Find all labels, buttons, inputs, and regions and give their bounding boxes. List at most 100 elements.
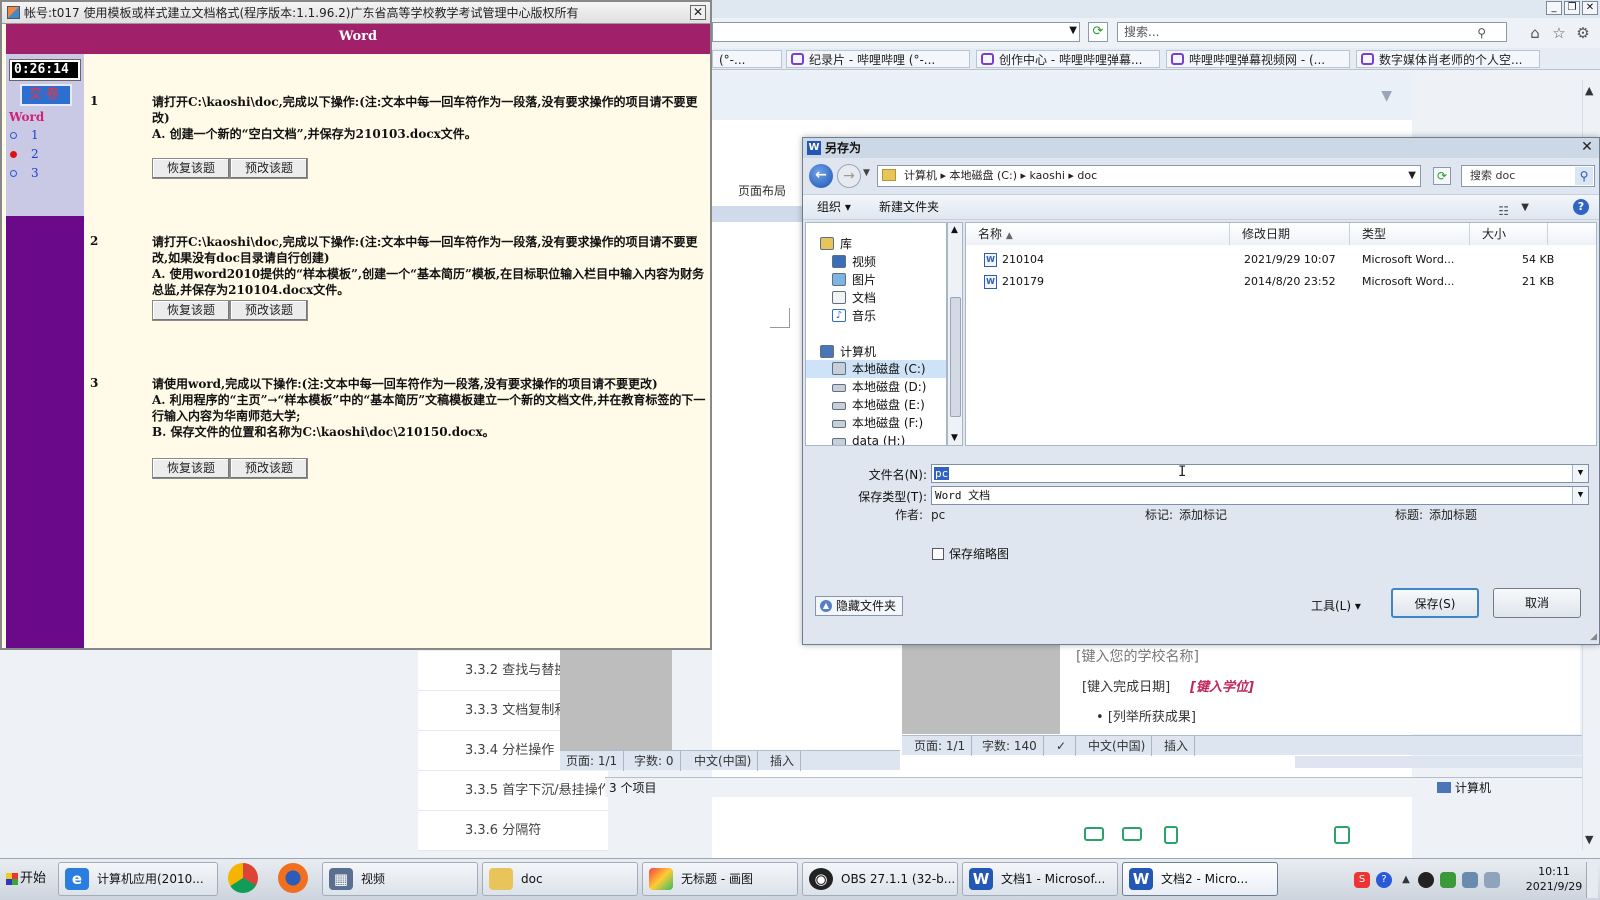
tree-item-drive-h[interactable]: data (H:) (832, 432, 905, 445)
clock[interactable]: 10:11 2021/9/29 (1524, 864, 1584, 894)
chevron-up-icon[interactable]: ▲ (951, 225, 958, 235)
tree-item-drive-d[interactable]: 本地磁盘 (D:) (832, 378, 926, 396)
organize-button[interactable]: 组织 ▾ (817, 195, 851, 219)
cancel-button[interactable]: 取消 (1493, 588, 1581, 618)
taskbar-item-word1[interactable]: W 文档1 - Microsof... (962, 862, 1118, 896)
tree-item-computer[interactable]: 计算机 (820, 343, 876, 361)
chevron-down-icon[interactable]: ▼ (1572, 487, 1588, 504)
restore-question-button[interactable]: 恢复该题 (152, 158, 230, 179)
toc-item[interactable]: 3.3.4 分栏操作 (418, 731, 560, 771)
chevron-down-icon[interactable]: ▼ (863, 168, 870, 178)
tree-item-documents[interactable]: 文档 (832, 289, 876, 307)
folder-search-input[interactable]: 搜索 doc ⚲ (1461, 165, 1595, 187)
tree-item-drive-f[interactable]: 本地磁盘 (F:) (832, 414, 923, 432)
submit-exam-button[interactable]: 交卷 (20, 84, 72, 106)
chevron-down-icon[interactable]: ▼ (1069, 25, 1077, 36)
column-name[interactable]: 名称 ▲ (966, 223, 1230, 245)
close-icon[interactable]: ✕ (1579, 140, 1595, 155)
tree-scrollbar[interactable]: ▲ ▼ (947, 222, 963, 446)
view-icon[interactable]: ☷ (1498, 199, 1509, 223)
chevron-up-icon[interactable]: ▲ (1585, 84, 1593, 97)
tree-item-drive-e[interactable]: 本地磁盘 (E:) (832, 396, 925, 414)
ribbon-tab-page-layout[interactable]: 页面布局 (738, 182, 786, 199)
start-button[interactable]: 开始 (2, 863, 50, 895)
show-desktop-button[interactable] (1586, 862, 1598, 898)
file-row[interactable]: W 210179 2014/8/20 23:52 Microsoft Word.… (966, 272, 1596, 292)
column-type[interactable]: 类型 (1350, 223, 1470, 245)
minimize-button[interactable]: _ (1546, 1, 1562, 15)
forward-button[interactable]: → (837, 164, 861, 188)
filetype-select[interactable]: Word 文档 ▼ (931, 486, 1589, 505)
resize-grip-icon[interactable]: ◢ (1590, 632, 1597, 642)
title-value[interactable]: 添加标题 (1429, 506, 1477, 524)
filename-input[interactable]: pc I ▼ (931, 464, 1589, 483)
question-nav-1[interactable]: 1 (10, 128, 39, 142)
taskbar-item-video[interactable]: ▦ 视频 (322, 862, 478, 896)
star-icon[interactable]: ☆ (1550, 24, 1568, 42)
question-nav-3[interactable]: 3 (10, 166, 39, 180)
toc-item[interactable]: 3.3.2 查找与替换 (418, 651, 560, 691)
refresh-icon[interactable]: ⟳ (1088, 22, 1108, 42)
restore-question-button[interactable]: 恢复该题 (152, 300, 230, 321)
tools-button[interactable]: 工具(L) ▾ (1311, 594, 1361, 618)
refresh-icon[interactable]: ⟳ (1433, 167, 1451, 185)
restore-question-button[interactable]: 恢复该题 (152, 458, 230, 479)
address-bar[interactable]: ▼ (712, 22, 1080, 42)
taskbar-item-word2[interactable]: W 文档2 - Micro... (1122, 862, 1278, 896)
tree-item-videos[interactable]: 视频 (832, 253, 876, 271)
chevron-down-icon[interactable]: ▼ (1521, 196, 1529, 220)
favorite-item[interactable]: 哔哩哔哩弹幕视频网 - (... (1166, 50, 1350, 68)
chevron-down-icon[interactable]: ▼ (1408, 166, 1416, 186)
input-method-icon[interactable]: S (1354, 872, 1370, 888)
file-row[interactable]: W 210104 2021/9/29 10:07 Microsoft Word.… (966, 250, 1596, 270)
firefox-icon[interactable] (278, 863, 308, 893)
quiz-icon[interactable] (1334, 826, 1350, 844)
favorite-item[interactable]: (°-... (712, 50, 782, 68)
scroll-thumb[interactable] (950, 297, 961, 417)
obs-tray-icon[interactable] (1418, 872, 1434, 888)
chevron-down-icon[interactable]: ▼ (1572, 465, 1588, 482)
question-nav-2[interactable]: 2 (10, 147, 39, 161)
toc-item[interactable]: 3.3.6 分隔符 (418, 811, 608, 851)
save-thumbnail-checkbox[interactable] (932, 548, 944, 560)
toc-item[interactable]: 3.3.3 文档复制和 (418, 691, 560, 731)
close-button[interactable]: ✕ (1582, 1, 1598, 15)
security-icon[interactable] (1462, 872, 1478, 888)
column-date[interactable]: 修改日期 (1230, 223, 1350, 245)
document-icon[interactable] (1164, 826, 1178, 844)
video-icon[interactable] (1084, 827, 1104, 841)
proofing-icon[interactable]: ✓ (1050, 736, 1076, 756)
search-icon[interactable]: ⚲ (1477, 24, 1486, 42)
chevron-down-icon[interactable]: ▼ (951, 433, 958, 443)
network-icon[interactable] (1440, 872, 1456, 888)
favorite-item[interactable]: 创作中心 - 哔哩哔哩弹幕... (976, 50, 1160, 68)
favorite-item[interactable]: 数字媒体肖老师的个人空... (1356, 50, 1540, 68)
preview-question-button[interactable]: 预改该题 (230, 300, 308, 321)
taskbar-item-doc-folder[interactable]: doc (482, 862, 638, 896)
taskbar-item-paint[interactable]: 无标题 - 画图 (642, 862, 798, 896)
hide-folders-button[interactable]: ▲ 隐藏文件夹 (815, 596, 904, 616)
tree-item-drive-c[interactable]: 本地磁盘 (C:) (806, 360, 946, 378)
column-size[interactable]: 大小 (1470, 223, 1548, 245)
restore-button[interactable]: ❐ (1564, 1, 1580, 15)
breadcrumb[interactable]: 计算机 ▸ 本地磁盘 (C:) ▸ kaoshi ▸ doc ▼ (877, 165, 1421, 187)
taskbar-item-ie[interactable]: e 计算机应用(2010... (58, 862, 218, 896)
toc-item[interactable]: 3.3.5 首字下沉/悬挂操作 (418, 771, 608, 811)
video-icon[interactable] (1122, 827, 1142, 841)
browser-search-input[interactable]: 搜索... ⚲ (1117, 22, 1507, 42)
search-icon[interactable]: ⚲ (1575, 167, 1593, 185)
back-button[interactable]: ← (809, 164, 833, 188)
author-value[interactable]: pc (931, 506, 945, 524)
gear-icon[interactable]: ⚙ (1574, 24, 1592, 42)
save-button[interactable]: 保存(S) (1391, 588, 1479, 618)
tree-item-library[interactable]: 库 (820, 235, 852, 253)
tags-value[interactable]: 添加标记 (1179, 506, 1227, 524)
volume-icon[interactable] (1484, 872, 1500, 888)
chevron-down-icon[interactable]: ▼ (1585, 833, 1593, 846)
preview-question-button[interactable]: 预改该题 (230, 158, 308, 179)
preview-question-button[interactable]: 预改该题 (230, 458, 308, 479)
taskbar-item-obs[interactable]: ◉ OBS 27.1.1 (32-b... (802, 862, 958, 896)
chevron-up-icon[interactable]: ▲ (1398, 872, 1414, 888)
home-icon[interactable]: ⌂ (1526, 24, 1544, 42)
new-folder-button[interactable]: 新建文件夹 (879, 195, 939, 219)
